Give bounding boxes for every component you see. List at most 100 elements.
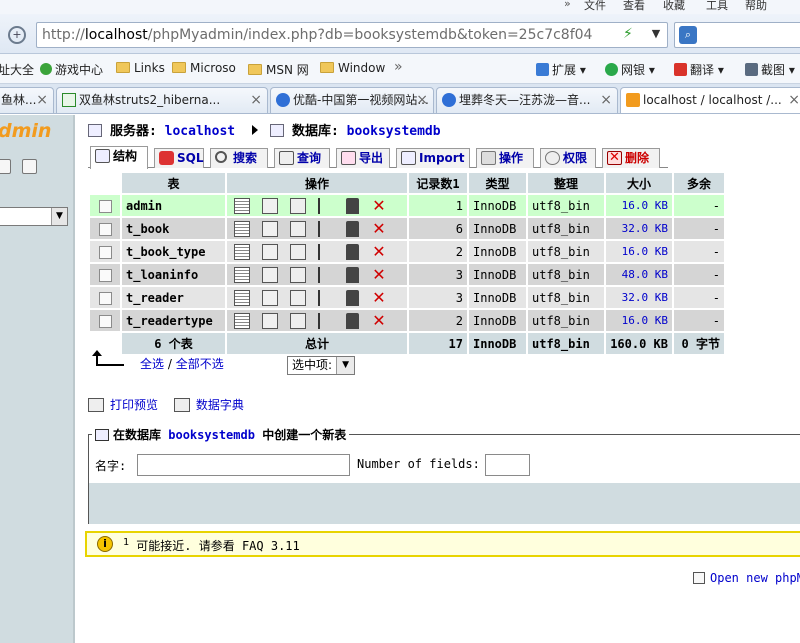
pma-logo[interactable]: dmin [0, 120, 51, 142]
col-header-size[interactable]: 大小 [606, 173, 672, 193]
table-row[interactable]: t_readertype ✕ 2 InnoDB utf8_bin 16.0 KB - [90, 310, 724, 331]
table-row[interactable]: t_loaninfo ✕ 3 InnoDB utf8_bin 48.0 KB - [90, 264, 724, 285]
bolt-icon[interactable]: ⚡ [623, 26, 633, 42]
drop-icon[interactable]: ✕ [371, 243, 387, 260]
table-name-link[interactable]: t_loaninfo [122, 264, 225, 285]
fav-item-microsoft[interactable]: Microso [172, 61, 236, 75]
col-header-table[interactable]: 表 [122, 173, 225, 193]
col-header-overhead[interactable]: 多余 [674, 173, 724, 193]
tab-search[interactable]: 搜索 [210, 148, 268, 168]
close-icon[interactable]: × [600, 88, 612, 112]
toolbar-ebank[interactable]: 网银 ▾ [605, 61, 655, 78]
tab-privileges[interactable]: 权限 [540, 148, 596, 168]
fav-item-directory[interactable]: 址大全 [0, 61, 34, 78]
tab-query[interactable]: 查询 [274, 148, 330, 168]
server-link[interactable]: localhost [165, 124, 235, 139]
table-name-link[interactable]: admin [122, 195, 225, 216]
structure-icon[interactable] [262, 266, 278, 283]
close-icon[interactable]: × [788, 88, 800, 112]
row-checkbox[interactable] [90, 195, 120, 216]
table-row[interactable]: t_reader ✕ 3 InnoDB utf8_bin 32.0 KB - [90, 287, 724, 308]
toolbar-extensions[interactable]: 扩展 ▾ [536, 61, 586, 78]
table-name-input[interactable] [137, 454, 350, 476]
menu-file[interactable]: 文件 [584, 0, 606, 13]
search-icon[interactable] [290, 266, 306, 283]
fav-item-links[interactable]: Links [116, 61, 165, 75]
structure-icon[interactable] [262, 243, 278, 260]
search-icon[interactable] [290, 243, 306, 260]
row-checkbox[interactable] [90, 310, 120, 331]
table-size[interactable]: 48.0 KB [606, 264, 672, 285]
number-of-fields-input[interactable] [485, 454, 530, 476]
chevron-down-icon[interactable]: ▼ [646, 24, 666, 44]
close-icon[interactable]: × [250, 88, 262, 112]
browser-tab-2[interactable]: 双鱼林struts2_hiberna... × [56, 87, 268, 113]
tab-operations[interactable]: 操作 [476, 148, 534, 168]
empty-icon[interactable] [346, 312, 359, 329]
table-row[interactable]: admin ✕ 1 InnoDB utf8_bin 16.0 KB - [90, 195, 724, 216]
toolbar-screenshot[interactable]: 截图 ▾ [745, 61, 795, 78]
search-icon[interactable] [290, 312, 306, 329]
insert-icon[interactable] [318, 266, 334, 283]
table-size[interactable]: 16.0 KB [606, 241, 672, 262]
tab-export[interactable]: 导出 [336, 148, 390, 168]
fav-item-windows[interactable]: Window [320, 61, 385, 75]
table-name-link[interactable]: t_reader [122, 287, 225, 308]
print-view-link[interactable]: 打印预览 [88, 398, 158, 412]
browser-tab-1[interactable]: 鱼林... × [0, 87, 54, 113]
with-selected-select[interactable]: 选中项: ▼ [287, 356, 356, 375]
fav-item-msn[interactable]: MSN 网 [248, 61, 309, 78]
browse-icon[interactable] [234, 243, 250, 260]
structure-icon[interactable] [262, 312, 278, 329]
empty-icon[interactable] [346, 266, 359, 283]
search-icon[interactable] [290, 197, 306, 214]
row-checkbox[interactable] [90, 241, 120, 262]
search-icon[interactable] [290, 289, 306, 306]
insert-icon[interactable] [318, 243, 334, 260]
url-input[interactable]: http://localhost/phpMyadmin/index.php?db… [36, 22, 668, 48]
table-size[interactable]: 32.0 KB [606, 218, 672, 239]
empty-icon[interactable] [346, 243, 359, 260]
insert-icon[interactable] [318, 220, 334, 237]
toolbar-translate[interactable]: 翻译 ▾ [674, 61, 724, 78]
table-row[interactable]: t_book ✕ 6 InnoDB utf8_bin 32.0 KB - [90, 218, 724, 239]
close-icon[interactable]: × [416, 88, 428, 112]
check-all-link[interactable]: 全选 [140, 357, 164, 371]
menu-help[interactable]: 帮助 [745, 0, 767, 13]
drop-icon[interactable]: ✕ [371, 266, 387, 283]
drop-icon[interactable]: ✕ [371, 289, 387, 306]
menu-favorites[interactable]: 收藏 [663, 0, 685, 13]
browse-icon[interactable] [234, 197, 250, 214]
empty-icon[interactable] [346, 197, 359, 214]
browser-tab-active[interactable]: localhost / localhost /... × [620, 87, 800, 113]
browse-icon[interactable] [234, 312, 250, 329]
structure-icon[interactable] [262, 220, 278, 237]
drop-icon[interactable]: ✕ [371, 197, 387, 214]
table-size[interactable]: 16.0 KB [606, 195, 672, 216]
table-size[interactable]: 16.0 KB [606, 310, 672, 331]
open-new-window-link[interactable]: Open new phpM [693, 571, 800, 585]
table-size[interactable]: 32.0 KB [606, 287, 672, 308]
tab-structure[interactable]: 结构 [90, 146, 148, 169]
search-input[interactable]: ⌕ [674, 22, 800, 48]
drop-icon[interactable]: ✕ [371, 312, 387, 329]
tab-import[interactable]: Import [396, 148, 470, 168]
table-name-link[interactable]: t_book_type [122, 241, 225, 262]
home-icon[interactable] [0, 159, 11, 174]
structure-icon[interactable] [262, 289, 278, 306]
empty-icon[interactable] [346, 220, 359, 237]
browse-icon[interactable] [234, 220, 250, 237]
tab-sql[interactable]: SQL [154, 148, 204, 168]
menu-view[interactable]: 查看 [623, 0, 645, 13]
row-checkbox[interactable] [90, 264, 120, 285]
query-window-icon[interactable] [22, 159, 37, 174]
browse-icon[interactable] [234, 289, 250, 306]
row-checkbox[interactable] [90, 287, 120, 308]
fav-item-games[interactable]: 游戏中心 [40, 61, 103, 78]
structure-icon[interactable] [262, 197, 278, 214]
table-row[interactable]: t_book_type ✕ 2 InnoDB utf8_bin 16.0 KB - [90, 241, 724, 262]
empty-icon[interactable] [346, 289, 359, 306]
col-header-collation[interactable]: 整理 [528, 173, 604, 193]
drop-icon[interactable]: ✕ [371, 220, 387, 237]
insert-icon[interactable] [318, 289, 334, 306]
